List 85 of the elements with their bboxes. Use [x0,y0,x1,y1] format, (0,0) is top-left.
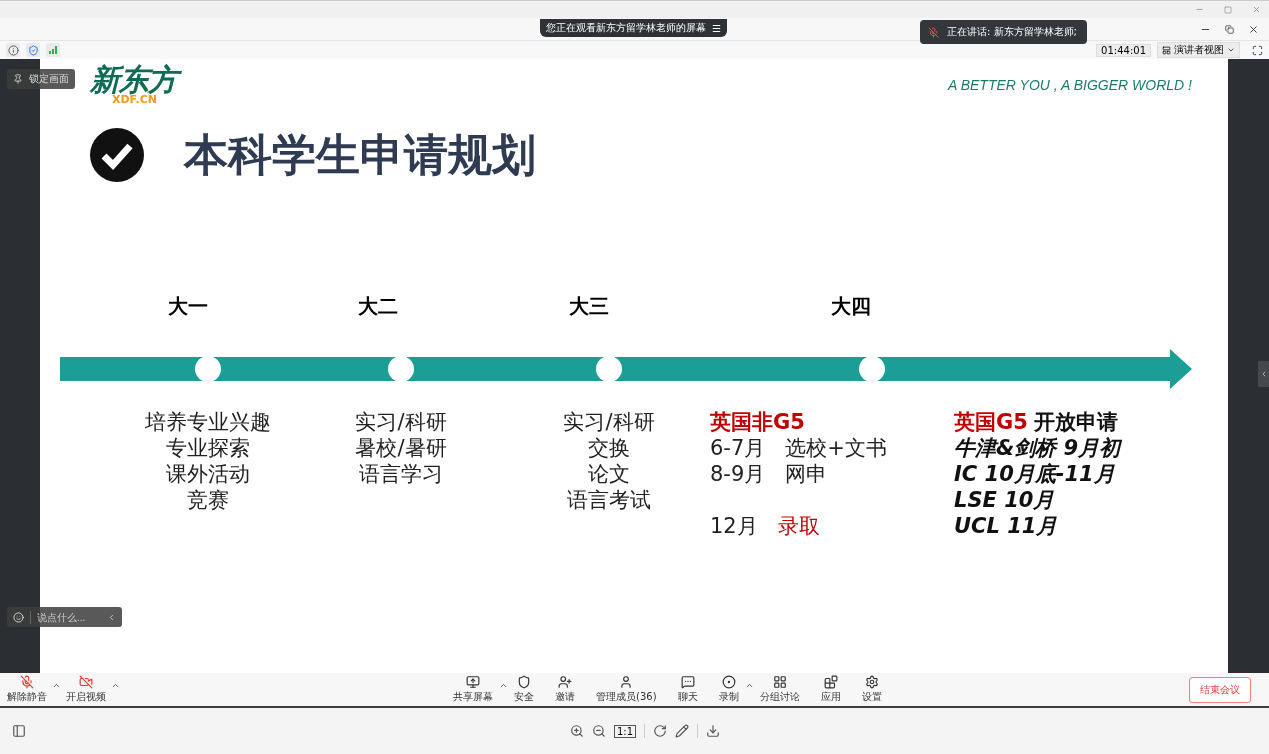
deadline-text: LSE 10月 [954,487,1056,513]
toolbar-button[interactable]: 应用 [817,675,844,704]
slide-title: 本科学生申请规划 [184,127,536,182]
restore-icon[interactable] [1225,24,1234,34]
toolbar-button[interactable]: 邀请 [552,675,578,704]
lock-screen-button[interactable]: 锁定画面 [7,69,75,89]
apps-icon [823,675,838,689]
banner-menu[interactable]: ☰ [712,22,721,34]
share-screen-icon [466,675,480,689]
chat-input[interactable]: 说点什么... [30,610,101,624]
toolbar-button[interactable]: 解除静音 [4,675,50,704]
pencil-icon[interactable] [675,724,690,738]
caret-icon[interactable] [111,681,120,690]
activity-text: 培养专业兴趣 [145,409,271,435]
emoji-icon[interactable] [13,611,24,623]
toolbar-button[interactable]: 设置 [858,675,885,704]
view-dropdown[interactable]: 演讲者视图 [1157,42,1240,58]
section-heading: 英国非G5 [710,409,805,435]
pin-icon [13,74,23,84]
toolbar-button[interactable]: 共享屏幕 [450,675,496,704]
logo-subtext: XDF.CN [112,94,157,106]
fullscreen-icon[interactable] [1252,44,1263,56]
month-text: 8-9月 [710,461,766,487]
speaker-text: 正在讲话: 新东方留学林老师; [947,25,1077,39]
caret-icon [1227,46,1235,54]
settings-icon [864,675,879,689]
deadline-text: UCL 11月 [954,513,1059,539]
toolbar-button[interactable]: 分组讨论 [756,675,803,704]
slogan: A BETTER YOU , A BIGGER WORLD ! [948,77,1193,95]
grid-icon [772,675,787,689]
toolbar-button[interactable]: 聊天 [674,675,701,704]
meeting-timer: 01:44:01 [1096,43,1151,57]
toolbar-button[interactable]: 开启视频 [63,675,109,704]
shield-icon [517,675,531,689]
user-icon [619,675,634,689]
task-text: 网申 [785,461,828,487]
activity-text: 实习/科研 [563,409,655,435]
year-label: 大二 [357,293,399,320]
chat-icon [680,675,695,689]
rotate-icon[interactable] [653,724,668,738]
muted-mic-icon [20,675,34,689]
year-label: 大四 [830,293,872,320]
layout-icon[interactable] [12,724,26,738]
activity-text: 专业探索 [166,435,250,461]
zoom-out-icon[interactable] [592,724,606,738]
deadline-text: IC 10月底-11月 [954,461,1116,487]
activity-text: 论文 [588,461,630,487]
caret-icon[interactable] [744,681,754,690]
end-meeting-button[interactable]: 结束会议 [1189,676,1251,703]
info-button[interactable] [6,43,20,57]
download-icon[interactable] [706,724,721,738]
deadline-text: 牛津&剑桥 9月初 [954,435,1123,461]
activity-text: 竞赛 [187,487,229,513]
muted-mic-icon [928,26,939,38]
collapse-icon[interactable] [107,612,116,622]
zoom-in-icon[interactable] [570,724,584,738]
section-heading: 开放申请 [1033,409,1118,435]
caret-icon[interactable] [52,681,61,690]
toolbar-button[interactable]: 管理成员(36) [593,675,660,704]
month-text: 6-7月 [710,435,766,461]
activity-text: 课外活动 [166,461,250,487]
video-off-icon [79,675,93,689]
security-button[interactable] [26,43,40,57]
toolbar-button[interactable]: 录制 [715,675,742,704]
layout-icon [1162,45,1171,55]
section-heading: 英国G5 [954,409,1028,435]
add-user-icon [558,675,572,689]
task-text: 选校+文书 [785,435,887,461]
activity-text: 语言学习 [359,461,443,487]
year-label: 大三 [568,293,610,320]
activity-text: 语言考试 [567,487,651,513]
activity-text: 交换 [588,435,630,461]
record-icon [721,675,736,689]
caret-icon[interactable] [499,681,508,690]
month-text: 12月 [710,513,758,539]
year-label: 大一 [167,293,209,320]
chat-field[interactable]: 说点什么... [7,607,122,627]
actual-size-button[interactable]: 1:1 [614,724,637,738]
check-circle-icon [90,128,144,182]
activity-text: 实习/科研 [355,409,447,435]
task-text: 录取 [777,513,820,539]
activity-text: 暑校/暑研 [355,435,447,461]
close-icon[interactable] [1248,23,1259,35]
toolbar-button[interactable]: 安全 [511,675,537,704]
banner-text: 您正在观看新东方留学林老师的屏幕 [546,21,706,35]
